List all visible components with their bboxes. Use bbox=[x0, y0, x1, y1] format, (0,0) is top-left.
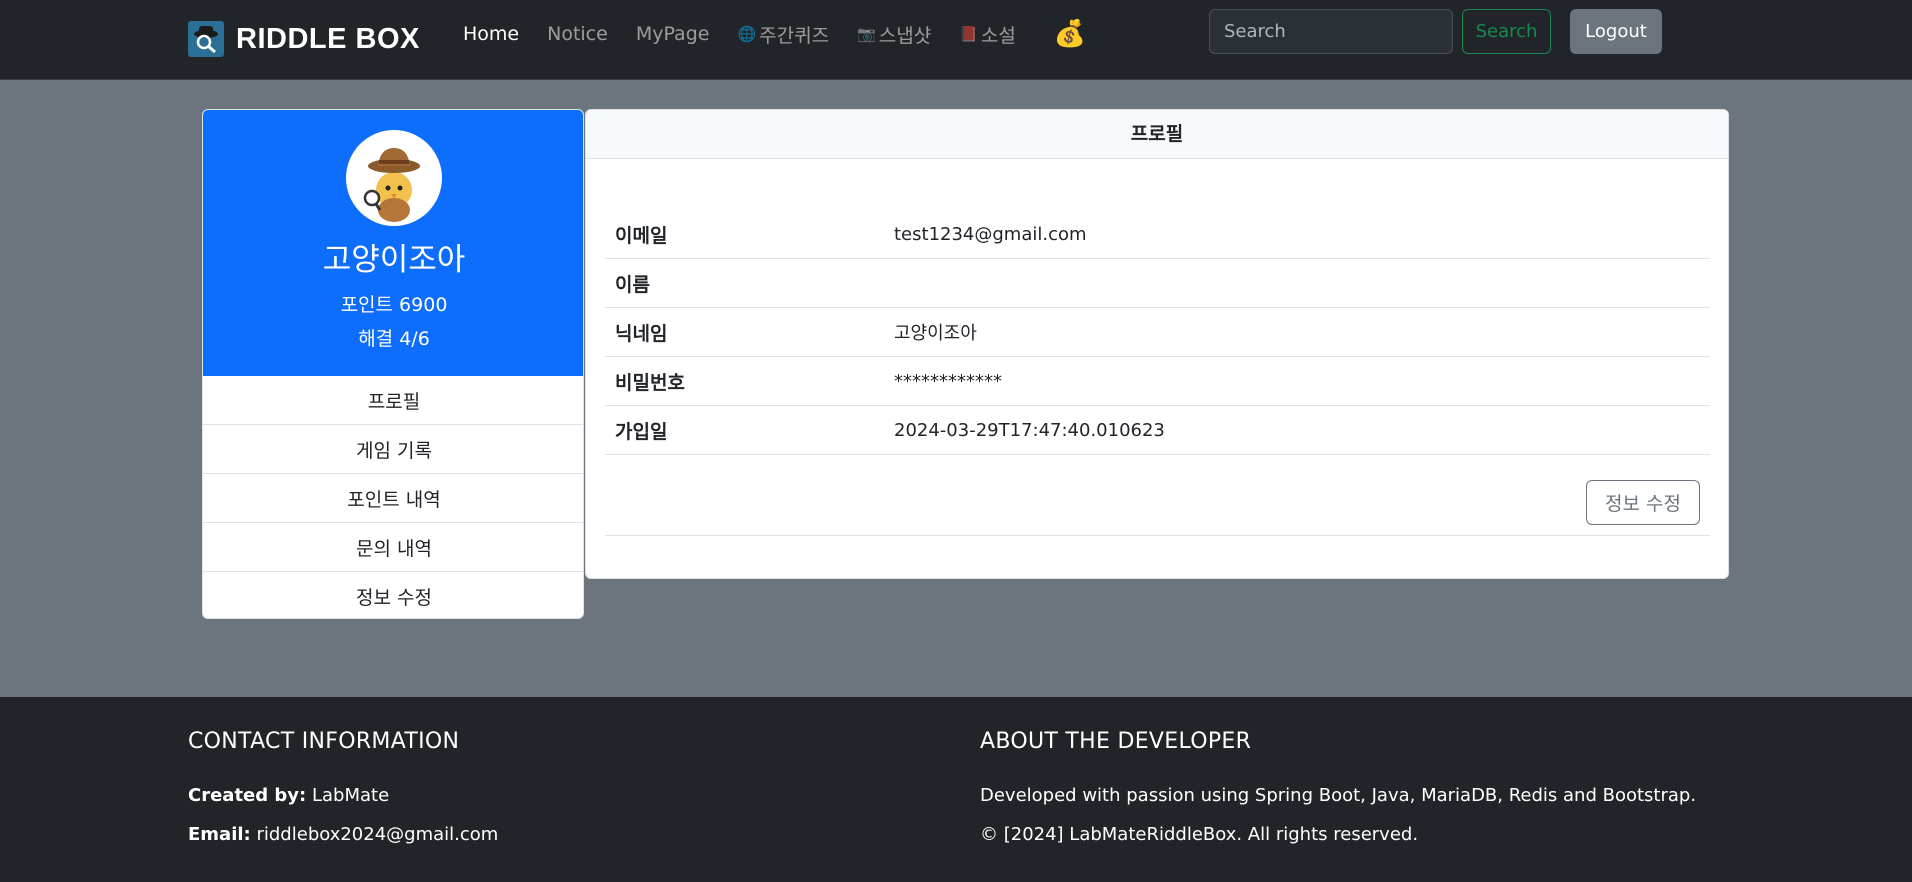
user-nickname: 고양이조아 bbox=[322, 242, 466, 278]
email-value: test1234@gmail.com bbox=[894, 223, 1087, 245]
brand-logo-icon bbox=[188, 21, 224, 57]
password-value: ************ bbox=[894, 370, 1002, 392]
password-label: 비밀번호 bbox=[615, 371, 685, 394]
table-row: 이메일 test1234@gmail.com bbox=[605, 210, 1710, 259]
globe-icon: 🌐 bbox=[737, 25, 757, 43]
nav-home[interactable]: Home bbox=[463, 23, 519, 45]
joined-date-label: 가입일 bbox=[615, 420, 668, 443]
about-text: Developed with passion using Spring Boot… bbox=[980, 785, 1697, 806]
created-by-label: Created by: bbox=[188, 785, 307, 806]
nav-snapshot[interactable]: 📷 스냅샷 bbox=[857, 21, 931, 48]
nav-novel-label: 소설 bbox=[980, 24, 1016, 47]
profile-menu: 프로필 게임 기록 포인트 내역 문의 내역 정보 수정 bbox=[203, 376, 583, 618]
nav-weekly-quiz[interactable]: 🌐 주간퀴즈 bbox=[737, 21, 829, 48]
nickname-label: 닉네임 bbox=[615, 322, 668, 345]
copyright: © [2024] LabMateRiddleBox. All rights re… bbox=[980, 824, 1419, 845]
email-label-footer: Email: bbox=[188, 824, 251, 845]
brand[interactable]: RIDDLE BOX bbox=[188, 20, 420, 58]
navbar: RIDDLE BOX Home Notice MyPage 🌐 주간퀴즈 📷 스… bbox=[0, 0, 1912, 80]
edit-info-button[interactable]: 정보 수정 bbox=[1586, 480, 1700, 525]
about-title: ABOUT THE DEVELOPER bbox=[980, 729, 1252, 754]
brand-name: RIDDLE BOX bbox=[236, 22, 420, 55]
nav-weekly-quiz-label: 주간퀴즈 bbox=[759, 24, 830, 47]
profile-info-table: 이메일 test1234@gmail.com 이름 닉네임 고양이조아 비밀번호… bbox=[605, 210, 1710, 455]
menu-game-history[interactable]: 게임 기록 bbox=[203, 425, 583, 474]
user-points: 포인트 6900 bbox=[340, 294, 448, 316]
nickname-value: 고양이조아 bbox=[894, 323, 977, 344]
menu-point-history[interactable]: 포인트 내역 bbox=[203, 474, 583, 523]
nav-snapshot-label: 스냅샷 bbox=[878, 24, 932, 47]
divider bbox=[605, 535, 1710, 536]
book-icon: 📕 bbox=[959, 25, 978, 43]
created-by-value: LabMate bbox=[311, 785, 390, 806]
nav-novel[interactable]: 📕 소설 bbox=[959, 21, 1016, 48]
created-by: Created by: LabMate bbox=[188, 785, 389, 806]
profile-summary: 고양이조아 포인트 6900 해결 4/6 bbox=[203, 110, 583, 376]
nav-mypage[interactable]: MyPage bbox=[636, 23, 710, 45]
logout-button[interactable]: Logout bbox=[1570, 9, 1662, 54]
profile-card: 프로필 이메일 test1234@gmail.com 이름 닉네임 고양이조아 … bbox=[585, 109, 1729, 579]
name-label: 이름 bbox=[615, 273, 650, 296]
table-row: 이름 bbox=[605, 259, 1710, 308]
table-row: 가입일 2024-03-29T17:47:40.010623 bbox=[605, 406, 1710, 455]
nav-links: Home Notice MyPage 🌐 주간퀴즈 📷 스냅샷 📕 소설 💰 bbox=[463, 18, 1086, 50]
nav-notice[interactable]: Notice bbox=[547, 23, 608, 45]
email-label: 이메일 bbox=[615, 224, 668, 247]
profile-card-title: 프로필 bbox=[586, 110, 1728, 159]
search-button[interactable]: Search bbox=[1462, 9, 1551, 54]
table-row: 비밀번호 ************ bbox=[605, 357, 1710, 406]
menu-profile[interactable]: 프로필 bbox=[203, 376, 583, 425]
profile-sidebar: 고양이조아 포인트 6900 해결 4/6 프로필 게임 기록 포인트 내역 문… bbox=[202, 109, 584, 619]
table-row: 닉네임 고양이조아 bbox=[605, 308, 1710, 357]
footer: CONTACT INFORMATION Created by: LabMate … bbox=[0, 697, 1912, 882]
footer-contact: CONTACT INFORMATION Created by: LabMate … bbox=[188, 729, 498, 845]
joined-date-value: 2024-03-29T17:47:40.010623 bbox=[894, 419, 1165, 441]
search-input[interactable] bbox=[1209, 9, 1453, 54]
email-value-footer: riddlebox2024@gmail.com bbox=[256, 824, 499, 845]
user-solved: 해결 4/6 bbox=[358, 328, 430, 350]
menu-inquiry-history[interactable]: 문의 내역 bbox=[203, 523, 583, 572]
menu-edit-info[interactable]: 정보 수정 bbox=[203, 572, 583, 618]
camera-icon: 📷 bbox=[857, 25, 876, 43]
avatar bbox=[346, 130, 442, 226]
money-bag-icon[interactable]: 💰 bbox=[1054, 19, 1086, 49]
contact-title: CONTACT INFORMATION bbox=[188, 729, 460, 754]
footer-about: ABOUT THE DEVELOPER Developed with passi… bbox=[980, 729, 1696, 845]
contact-email: Email: riddlebox2024@gmail.com bbox=[188, 824, 498, 845]
